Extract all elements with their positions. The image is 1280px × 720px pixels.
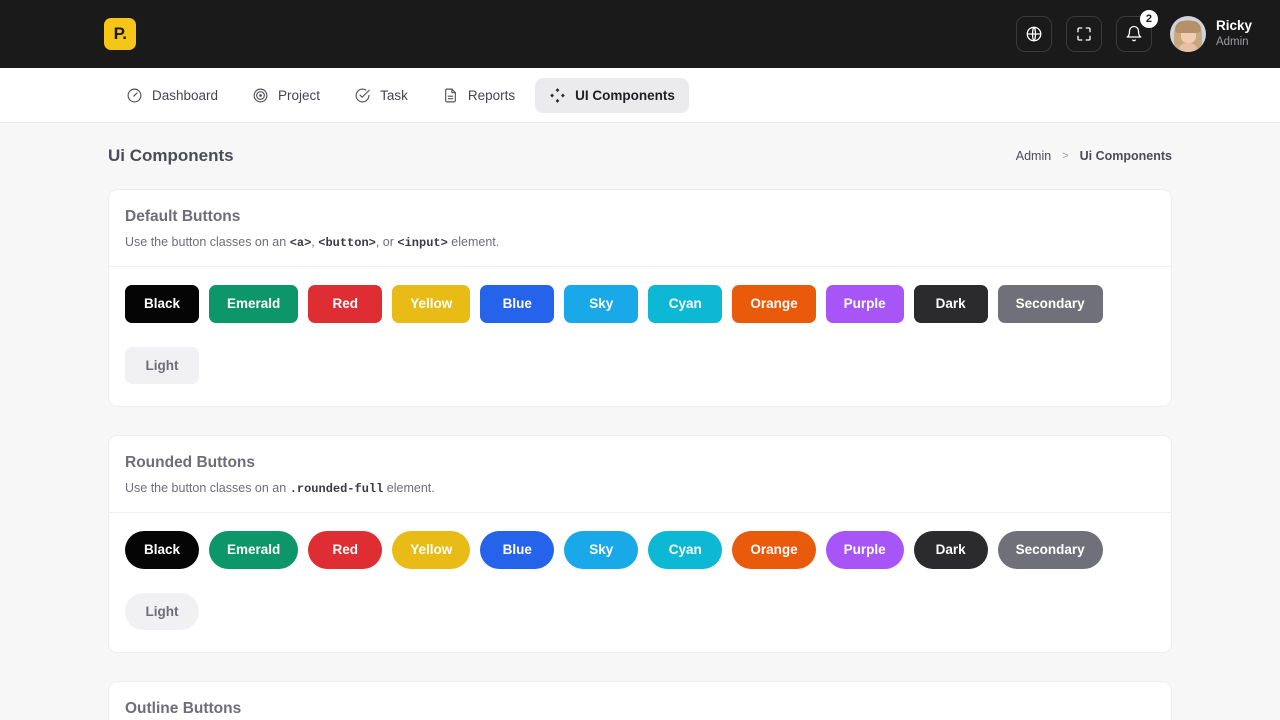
nav-label: Dashboard — [152, 87, 219, 103]
user-name: Ricky — [1215, 18, 1252, 34]
rounded-button-sky[interactable]: Sky — [564, 531, 639, 569]
check-circle-icon — [354, 87, 371, 104]
fullscreen-button[interactable] — [1065, 16, 1102, 52]
button-light[interactable]: Light — [125, 346, 199, 385]
diamonds-icon — [549, 87, 566, 104]
card-header: Rounded Buttons Use the button classes o… — [109, 436, 1171, 514]
nav-item-dashboard[interactable]: Dashboard — [112, 78, 232, 113]
target-icon — [252, 87, 269, 104]
button-secondary[interactable]: Secondary — [997, 285, 1103, 323]
card-title: Rounded Buttons — [125, 454, 256, 472]
card-rounded-buttons: Rounded Buttons Use the button classes o… — [108, 435, 1172, 654]
nav-item-project[interactable]: Project — [238, 78, 334, 113]
rounded-button-dark[interactable]: Dark — [913, 531, 988, 569]
subtitle-prefix: Use the button classes on an — [125, 235, 290, 249]
brand-logo-text: P. — [113, 24, 127, 43]
page-content: Ui Components Admin > Ui Components Defa… — [0, 123, 1280, 720]
globe-icon — [1025, 25, 1043, 43]
bell-icon — [1125, 25, 1143, 43]
language-button[interactable] — [1015, 16, 1052, 52]
rounded-button-light[interactable]: Light — [125, 592, 199, 631]
subtitle-prefix: Use the button classes on an — [125, 481, 290, 496]
main-navigation: Dashboard Project Task Reports UI Compon… — [0, 68, 1280, 123]
card-header: Default Buttons Use the button classes o… — [109, 190, 1171, 267]
document-icon — [442, 87, 459, 104]
rounded-button-blue[interactable]: Blue — [480, 531, 555, 569]
card-outline-buttons: Outline Buttons Use the button classes o… — [108, 681, 1172, 720]
button-yellow[interactable]: Yellow — [392, 285, 471, 323]
top-bar: P. 2 Ricky Admin — [0, 0, 1280, 68]
nav-label: Task — [380, 87, 408, 103]
breadcrumb: Admin > Ui Components — [1016, 149, 1172, 163]
user-info: Ricky Admin — [1216, 18, 1252, 49]
button-emerald[interactable]: Emerald — [209, 285, 299, 323]
code-tag-button: <button> — [318, 236, 376, 250]
subtitle-suffix: element. — [383, 481, 435, 496]
nav-item-ui-components[interactable]: UI Components — [535, 77, 689, 113]
rounded-button-red[interactable]: Red — [308, 531, 383, 569]
button-orange[interactable]: Orange — [732, 285, 816, 323]
rounded-button-orange[interactable]: Orange — [732, 531, 816, 569]
button-black[interactable]: Black — [125, 285, 199, 323]
notifications-button[interactable]: 2 — [1115, 10, 1158, 52]
nav-label: Reports — [467, 87, 516, 103]
card-subtitle: Use the button classes on an <a>, <butto… — [125, 235, 1155, 250]
button-dark[interactable]: Dark — [913, 285, 988, 323]
button-cyan[interactable]: Cyan — [648, 285, 723, 323]
rounded-button-purple[interactable]: Purple — [825, 531, 904, 569]
rounded-button-emerald[interactable]: Emerald — [209, 531, 299, 569]
code-tag-a: <a> — [289, 236, 312, 250]
breadcrumb-current: Ui Components — [1079, 149, 1172, 163]
subtitle-mid-2: , or — [375, 235, 398, 249]
brand-logo[interactable]: P. — [104, 18, 136, 50]
code-tag-input: <input> — [397, 236, 448, 250]
rounded-button-secondary[interactable]: Secondary — [997, 531, 1103, 569]
card-subtitle: Use the button classes on an .rounded-fu… — [125, 481, 1155, 496]
user-menu[interactable]: Ricky Admin — [1169, 16, 1252, 52]
code-rounded-full: .rounded-full — [289, 482, 384, 497]
gauge-icon — [126, 87, 143, 104]
rounded-button-black[interactable]: Black — [125, 531, 199, 569]
rounded-buttons-row: Black Emerald Red Yellow Blue Sky Cyan O… — [109, 513, 1171, 652]
button-purple[interactable]: Purple — [825, 285, 904, 323]
card-title: Default Buttons — [125, 208, 241, 225]
card-default-buttons: Default Buttons Use the button classes o… — [108, 189, 1172, 408]
subtitle-suffix: element. — [447, 235, 500, 249]
card-header: Outline Buttons Use the button classes o… — [109, 682, 1171, 720]
button-red[interactable]: Red — [308, 285, 383, 323]
button-blue[interactable]: Blue — [480, 285, 555, 323]
page-header: Ui Components Admin > Ui Components — [108, 123, 1172, 189]
nav-label: Project — [278, 87, 321, 103]
topbar-actions: 2 Ricky Admin — [1015, 10, 1252, 52]
fullscreen-icon — [1075, 25, 1093, 43]
rounded-button-yellow[interactable]: Yellow — [392, 531, 471, 569]
user-role: Admin — [1215, 36, 1249, 49]
avatar — [1169, 16, 1206, 52]
nav-item-reports[interactable]: Reports — [428, 78, 529, 113]
card-title: Outline Buttons — [125, 700, 242, 718]
nav-item-task[interactable]: Task — [340, 78, 422, 113]
breadcrumb-root[interactable]: Admin — [1016, 149, 1051, 163]
page-title: Ui Components — [108, 146, 234, 165]
button-sky[interactable]: Sky — [564, 285, 639, 323]
rounded-button-cyan[interactable]: Cyan — [648, 531, 723, 569]
notification-count-badge: 2 — [1139, 10, 1158, 28]
chevron-right-icon: > — [1062, 150, 1069, 162]
default-buttons-row: Black Emerald Red Yellow Blue Sky Cyan O… — [109, 267, 1171, 406]
nav-label: UI Components — [575, 87, 675, 103]
